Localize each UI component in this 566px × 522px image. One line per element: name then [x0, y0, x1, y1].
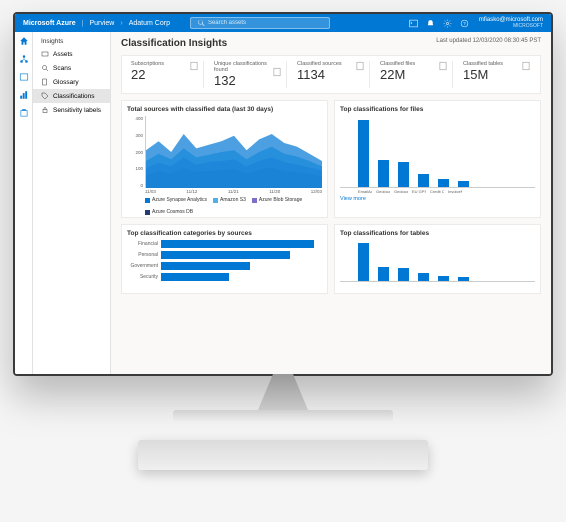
bar — [458, 181, 469, 187]
scans-icon — [41, 64, 49, 72]
view-more-link[interactable]: View more — [340, 196, 535, 202]
sidebar-item-assets[interactable]: Assets — [33, 47, 110, 61]
left-rail — [15, 32, 33, 374]
map-icon[interactable] — [19, 72, 29, 82]
sidebar-item-label: Scans — [53, 65, 71, 72]
chevron-right-icon: › — [120, 20, 122, 27]
glossary-icon — [41, 78, 49, 86]
help-icon[interactable]: ? — [460, 19, 469, 28]
legend-item: Azure Synapse Analytics — [145, 197, 207, 203]
bar — [378, 267, 389, 281]
search-box[interactable] — [190, 17, 330, 29]
bar-chart — [340, 116, 535, 188]
kpi-value: 15M — [463, 67, 531, 82]
sources-icon[interactable] — [19, 54, 29, 64]
account-label[interactable]: Adatum Corp — [129, 20, 170, 27]
search-icon — [197, 19, 205, 27]
sidebar-item-glossary[interactable]: Glossary — [33, 75, 110, 89]
kpi-card: Subscriptions22 — [127, 61, 204, 88]
panel-tables-chart: Top classifications for tables — [334, 224, 541, 294]
bar — [418, 174, 429, 187]
sidebar-section: Insights — [33, 36, 110, 47]
last-updated: Last updated 12/03/2020 08:30:45 PST — [436, 38, 541, 44]
hbar-row: Financial — [129, 240, 322, 248]
panel-title: Top classifications for files — [340, 106, 535, 113]
hbar-chart: Financial Personal Government Security — [127, 240, 322, 281]
doc-icon — [272, 67, 282, 77]
bar — [358, 243, 369, 281]
panel-files-chart: Top classifications for files EmailAddre… — [334, 100, 541, 218]
hbar-row: Security — [129, 273, 322, 281]
manage-icon[interactable] — [19, 108, 29, 118]
legend-item: Azure Blob Storage — [252, 197, 302, 203]
insights-icon[interactable] — [19, 90, 29, 100]
bar — [358, 120, 369, 187]
user-org: MICROSOFT — [479, 24, 543, 30]
panel-title: Total sources with classified data (last… — [127, 106, 322, 113]
bar — [438, 276, 449, 281]
assets-icon — [41, 50, 49, 58]
doc-icon — [438, 61, 448, 71]
sidebar: Insights Assets Scans Glossary Classific… — [33, 32, 111, 374]
y-axis: 4003002001000 — [127, 116, 145, 188]
svg-text:?: ? — [463, 21, 466, 26]
kpi-card: Classified tables15M — [459, 61, 535, 88]
bar — [378, 160, 389, 187]
sidebar-item-label: Glossary — [53, 79, 79, 86]
divider: | — [82, 20, 84, 27]
service-label[interactable]: Purview — [89, 20, 114, 27]
top-bar: Microsoft Azure | Purview › Adatum Corp … — [15, 14, 551, 32]
bar — [458, 277, 469, 281]
kpi-value: 132 — [214, 73, 282, 88]
kpi-value: 1134 — [297, 67, 365, 82]
bar-chart — [340, 240, 535, 282]
bar — [438, 179, 449, 187]
sidebar-item-label: Assets — [53, 51, 73, 58]
kpi-value: 22M — [380, 67, 448, 82]
bar — [398, 268, 409, 281]
monitor-frame: Microsoft Azure | Purview › Adatum Corp … — [13, 12, 553, 376]
classifications-icon — [41, 92, 49, 100]
sidebar-item-label: Sensitivity labels — [53, 107, 101, 114]
hbar-row: Government — [129, 262, 322, 270]
sidebar-item-classifications[interactable]: Classifications — [33, 89, 110, 103]
panel-area-chart: Total sources with classified data (last… — [121, 100, 328, 218]
settings-icon[interactable] — [443, 19, 452, 28]
panel-title: Top classification categories by sources — [127, 230, 322, 237]
legend-item: Azure Cosmos DB — [145, 209, 193, 215]
x-axis: 11/0311/1211/2111/3012/03 — [145, 189, 322, 194]
kpi-row: Subscriptions22Unique classifications fo… — [121, 55, 541, 94]
kpi-card: Classified sources1134 — [293, 61, 370, 88]
sidebar-item-label: Classifications — [53, 93, 95, 100]
bar — [418, 273, 429, 281]
bar — [398, 162, 409, 187]
search-input[interactable] — [208, 20, 323, 26]
legend-item: Amazon S3 — [213, 197, 246, 203]
home-icon[interactable] — [19, 36, 29, 46]
monitor-stand — [183, 374, 383, 434]
area-plot — [145, 116, 322, 188]
screen: Microsoft Azure | Purview › Adatum Corp … — [15, 14, 551, 374]
keyboard — [138, 440, 428, 470]
kpi-card: Classified files22M — [376, 61, 453, 88]
sidebar-item-sensitivity[interactable]: Sensitivity labels — [33, 103, 110, 117]
brand-label: Microsoft Azure — [23, 20, 76, 27]
panel-categories-chart: Top classification categories by sources… — [121, 224, 328, 294]
console-icon[interactable] — [409, 19, 418, 28]
kpi-card: Unique classifications found132 — [210, 61, 287, 88]
notifications-icon[interactable] — [426, 19, 435, 28]
sensitivity-icon — [41, 106, 49, 114]
x-labels: EmailAddressGeolocation (Lat.)Geolocatio… — [340, 189, 535, 194]
main-content: Last updated 12/03/2020 08:30:45 PST Cla… — [111, 32, 551, 374]
user-info[interactable]: mfiasko@microsoft.com MICROSOFT — [479, 17, 543, 29]
kpi-value: 22 — [131, 67, 199, 82]
hbar-row: Personal — [129, 251, 322, 259]
chart-legend: Azure Synapse Analytics Amazon S3 Azure Bl… — [145, 197, 322, 215]
doc-icon — [521, 61, 531, 71]
doc-icon — [355, 61, 365, 71]
panel-title: Top classifications for tables — [340, 230, 535, 237]
doc-icon — [189, 61, 199, 71]
sidebar-item-scans[interactable]: Scans — [33, 61, 110, 75]
